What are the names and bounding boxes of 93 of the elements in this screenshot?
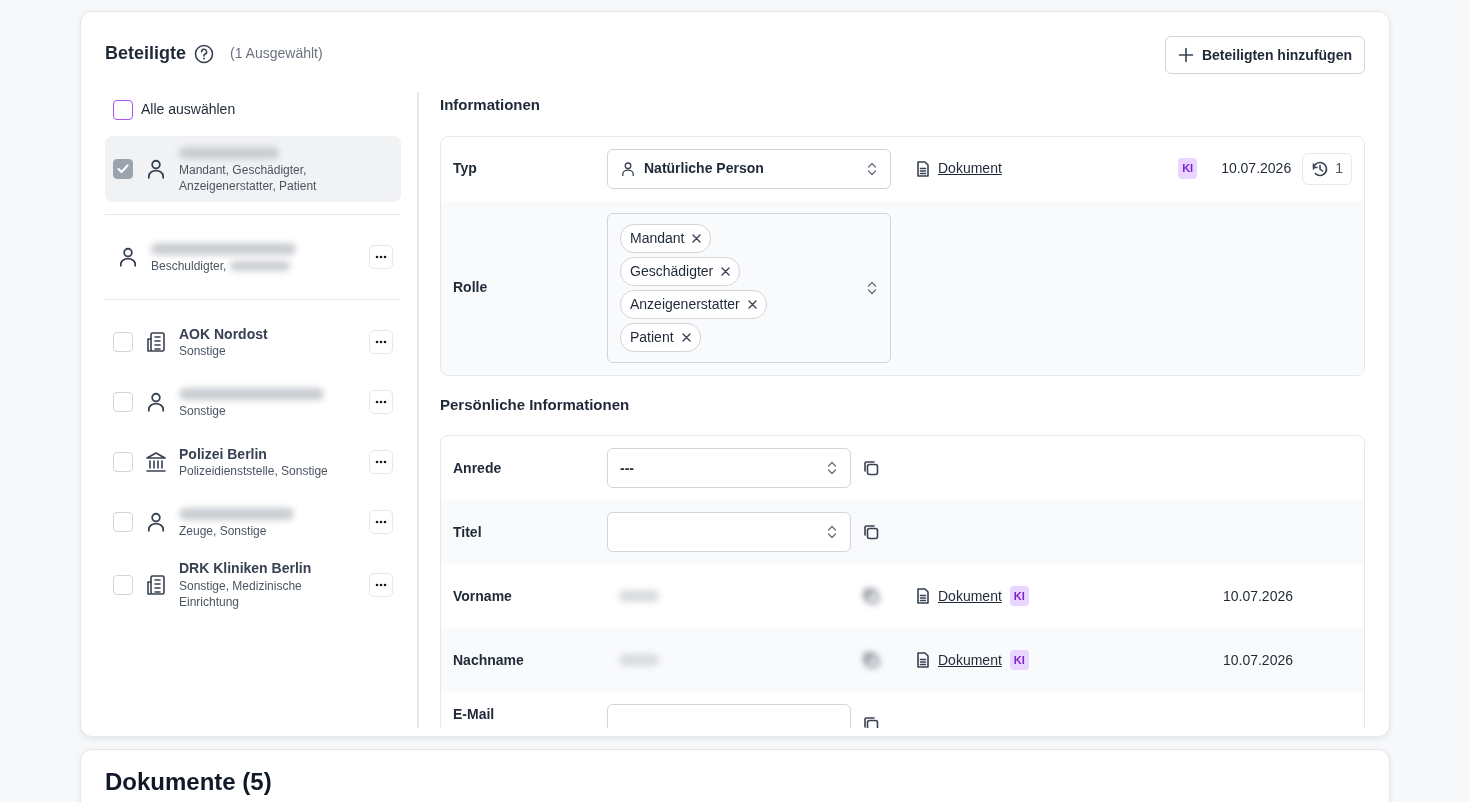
check-icon xyxy=(117,164,129,175)
more-icon xyxy=(375,520,387,525)
bank-icon xyxy=(145,451,167,474)
participant-item[interactable]: Mandant, Geschädigter, Anzeigenerstatter, Patient xyxy=(105,136,401,203)
date-text: 10.07.2026 xyxy=(1222,586,1293,606)
checkbox[interactable] xyxy=(113,452,133,473)
redacted-text xyxy=(619,590,659,602)
checkbox[interactable] xyxy=(113,332,133,353)
select-all-checkbox[interactable] xyxy=(113,99,133,120)
section-heading: Persönliche Informationen xyxy=(440,394,631,415)
chevron-icon xyxy=(826,524,838,540)
participant-item[interactable]: Polizei Berlin Polizeidienststelle, Sonstige xyxy=(105,432,401,493)
participant-roles: Sonstige, Medizinische Einrichtung xyxy=(179,577,303,611)
select-all-label: Alle auswählen xyxy=(141,100,236,119)
select-field[interactable]: Natürliche Person xyxy=(607,148,891,189)
participant-item[interactable]: Zeuge, Sonstige xyxy=(105,492,401,553)
more-button[interactable] xyxy=(369,573,393,598)
field-label: E-Mail xyxy=(453,705,496,724)
checkbox[interactable] xyxy=(113,575,133,596)
select-field[interactable]: --- xyxy=(607,448,851,488)
document-link[interactable]: Dokument xyxy=(938,158,1002,179)
more-button[interactable] xyxy=(369,450,393,475)
chevron-icon xyxy=(866,279,878,296)
document-icon xyxy=(916,652,930,668)
plus-icon xyxy=(1177,47,1194,63)
more-button[interactable] xyxy=(369,390,393,415)
history-button[interactable]: 1 xyxy=(1302,152,1352,185)
participant-roles: Sonstige xyxy=(179,403,226,420)
close-icon xyxy=(721,266,731,276)
participant-roles: Sonstige xyxy=(179,343,226,360)
participant-item[interactable]: AOK Nordost Sonstige xyxy=(105,312,401,373)
participant-roles: Zeuge, Sonstige xyxy=(179,523,267,540)
more-icon xyxy=(375,400,387,405)
ai-badge: KI xyxy=(1009,585,1029,607)
participant-name: DRK Kliniken Berlin xyxy=(179,560,313,578)
building-icon xyxy=(145,331,167,354)
participant-roles: Beschuldigter, xyxy=(151,258,227,275)
more-button[interactable] xyxy=(369,245,393,270)
checkbox[interactable] xyxy=(113,512,133,533)
document-link[interactable]: Dokument xyxy=(938,585,1002,607)
close-icon xyxy=(747,299,757,309)
role-chip[interactable]: Mandant xyxy=(620,223,712,253)
section-heading: Informationen xyxy=(440,95,541,115)
checkbox[interactable] xyxy=(113,392,133,413)
date-text: 10.07.2026 xyxy=(1221,159,1292,178)
section-title: Dokumente (5) xyxy=(105,768,272,795)
participant-name: Polizei Berlin xyxy=(179,445,268,464)
more-icon xyxy=(375,255,387,260)
field-label: Nachname xyxy=(453,650,525,670)
participant-name: AOK Nordost xyxy=(179,325,269,344)
more-icon xyxy=(375,340,387,345)
checkbox[interactable] xyxy=(113,159,133,180)
selection-count: (1 Ausgewählt) xyxy=(230,44,323,63)
field-label: Anrede xyxy=(453,458,503,478)
help-icon xyxy=(194,43,215,64)
person-icon xyxy=(145,391,167,414)
chevron-icon xyxy=(866,160,878,177)
person-icon xyxy=(620,160,636,177)
participant-roles: Polizeidienststelle, Sonstige xyxy=(179,463,328,480)
participant-roles: Mandant, Geschädigter, Anzeigenerstatter, Patient xyxy=(179,162,318,195)
date-text: 10.07.2026 xyxy=(1222,650,1293,670)
role-chip[interactable]: Patient xyxy=(620,322,701,352)
person-icon xyxy=(145,158,167,181)
role-chip[interactable]: Anzeigenerstatter xyxy=(620,289,767,319)
redacted-text xyxy=(619,654,659,666)
field-label: Rolle xyxy=(453,278,489,297)
add-participant-button[interactable]: Beteiligten hinzufügen xyxy=(1164,36,1365,74)
building-icon xyxy=(145,574,167,597)
more-icon xyxy=(375,583,387,588)
document-link[interactable]: Dokument xyxy=(938,649,1002,671)
more-icon xyxy=(375,460,387,465)
document-icon xyxy=(916,588,930,604)
field-label: Typ xyxy=(453,159,478,178)
close-icon xyxy=(692,233,702,243)
ai-badge: KI xyxy=(1178,158,1198,179)
card-title: Beteiligte xyxy=(105,42,187,65)
role-chip[interactable]: Geschädigter xyxy=(620,256,741,286)
select-field[interactable] xyxy=(607,512,851,552)
ai-badge: KI xyxy=(1009,649,1029,671)
document-icon xyxy=(916,160,930,177)
person-icon xyxy=(117,246,139,269)
more-button[interactable] xyxy=(369,510,393,535)
participant-item[interactable]: Sonstige xyxy=(105,372,401,433)
chevron-icon xyxy=(826,460,838,476)
participant-item[interactable]: DRK Kliniken Berlin Sonstige, Medizinische Einrichtung xyxy=(105,552,401,619)
field-label: Vorname xyxy=(453,586,513,606)
field-label: Titel xyxy=(453,522,483,542)
more-button[interactable] xyxy=(369,330,393,355)
close-icon xyxy=(681,332,691,342)
person-icon xyxy=(145,511,167,534)
multi-select-field[interactable]: Mandant Geschädigter Anzeigenerstatter Patient xyxy=(607,212,891,363)
history-icon xyxy=(1311,159,1330,178)
participant-item[interactable]: Beschuldigter, xyxy=(105,227,401,288)
